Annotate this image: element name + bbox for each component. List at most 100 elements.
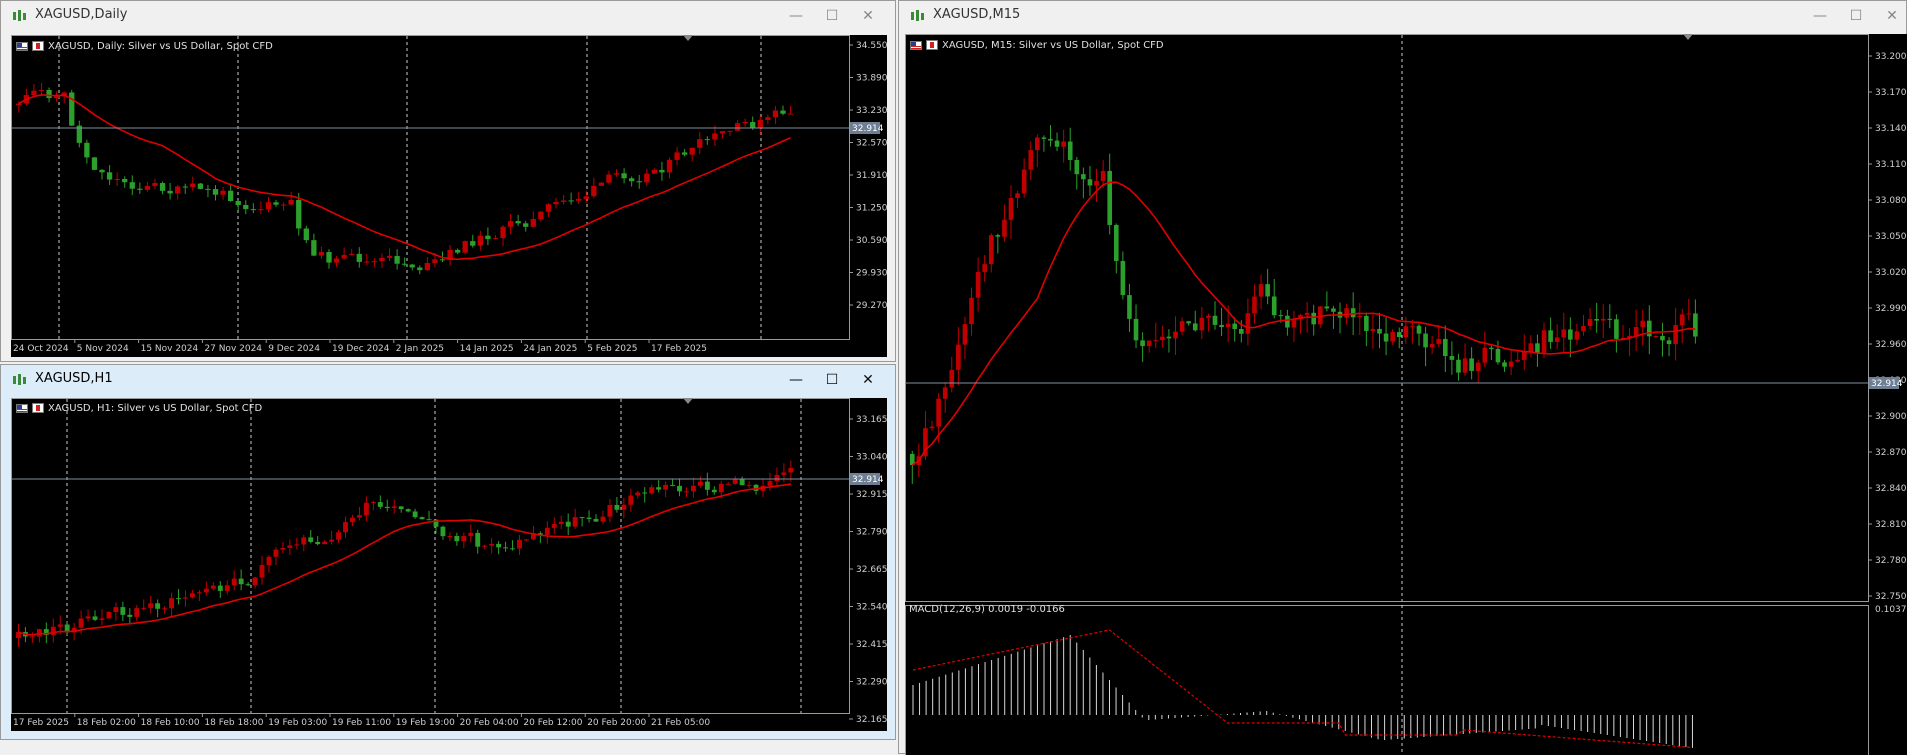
candle-body <box>1529 343 1534 351</box>
current-price-label: 32.914 <box>1871 379 1903 389</box>
candle-body <box>1436 339 1441 344</box>
price-tick-label: 33.170 <box>1875 88 1907 98</box>
h1-window-titlebar[interactable]: XAGUSD,H1 — ☐ ✕ <box>1 365 895 395</box>
candle-body <box>1213 316 1218 325</box>
candle-body <box>663 485 668 490</box>
candle-body <box>697 139 702 148</box>
candle-body <box>1193 323 1198 330</box>
candle-body <box>281 205 286 206</box>
candle-body <box>260 565 265 578</box>
close-button[interactable]: ✕ <box>857 371 879 389</box>
candle-body <box>220 191 225 195</box>
candle-body <box>1219 325 1224 327</box>
daily-window-frame[interactable]: XAGUSD,Daily — ☐ ✕ 34.55033.89033.23032.… <box>0 0 896 362</box>
candle-body <box>160 183 165 191</box>
candle-body <box>1074 160 1079 174</box>
candle-body <box>478 236 483 246</box>
candle-body <box>204 589 209 593</box>
m15-window-frame[interactable]: XAGUSD,M15 — ☐ ✕ 33.20033.17033.14033.11… <box>898 0 1907 754</box>
candle-body <box>1509 362 1514 367</box>
candle-body <box>1555 337 1560 342</box>
candle-body <box>682 152 687 154</box>
candle-body <box>652 170 657 174</box>
candle-body <box>705 139 710 140</box>
date-tick-label: 24 Oct 2024 <box>13 344 69 354</box>
m15-chart-area[interactable]: 33.20033.17033.14033.11033.08033.05033.0… <box>905 34 1907 755</box>
candle-body <box>773 111 778 118</box>
candle-body <box>371 502 376 503</box>
candle-body <box>1469 358 1474 371</box>
minimize-button[interactable]: — <box>785 371 807 389</box>
price-tick-label: 32.915 <box>856 490 887 500</box>
minimize-button[interactable]: — <box>1809 7 1831 25</box>
moving-average-line <box>912 182 1695 465</box>
maximize-button[interactable]: ☐ <box>821 7 843 25</box>
candle-body <box>54 96 59 98</box>
h1-chart-area[interactable]: 33.16533.04032.91532.79032.66532.54032.4… <box>11 398 887 731</box>
maximize-button[interactable]: ☐ <box>821 371 843 389</box>
candle-body <box>357 254 362 262</box>
candle-body <box>425 263 430 270</box>
candle-body <box>93 616 98 619</box>
candle-body <box>341 255 346 258</box>
candle-body <box>1048 139 1053 141</box>
candle-body <box>246 584 251 585</box>
candle-body <box>51 627 56 635</box>
maximize-button[interactable]: ☐ <box>1845 7 1867 25</box>
daily-chart-svg: 34.55033.89033.23032.57031.91031.25030.5… <box>11 35 887 357</box>
candle-body <box>1140 340 1145 346</box>
candle-body <box>420 517 425 519</box>
candle-body <box>1601 319 1606 321</box>
candle-body <box>1239 329 1244 334</box>
candle-body <box>963 324 968 344</box>
candle-body <box>1002 220 1007 237</box>
candle-body <box>394 256 399 264</box>
date-tick-label: 17 Feb 2025 <box>651 344 707 354</box>
price-tick-label: 33.110 <box>1875 160 1907 170</box>
minimize-button[interactable]: — <box>785 7 807 25</box>
m15-window-titlebar[interactable]: XAGUSD,M15 — ☐ ✕ <box>899 1 1906 31</box>
candle-body <box>167 191 172 194</box>
candle-body <box>372 261 377 262</box>
price-tick-label: 30.590 <box>856 236 887 246</box>
daily-chart-area[interactable]: 34.55033.89033.23032.57031.91031.25030.5… <box>11 35 887 357</box>
candle-body <box>780 111 785 114</box>
chart-shift-marker-icon <box>1683 34 1693 40</box>
price-tick-label: 32.990 <box>1875 304 1907 314</box>
candle-body <box>712 133 717 139</box>
price-tick-label: 33.200 <box>1875 52 1907 62</box>
candle-body <box>402 264 407 265</box>
candle-body <box>218 586 223 591</box>
daily-window-title: XAGUSD,Daily <box>35 7 127 22</box>
candle-body <box>733 479 738 483</box>
price-tick-label: 32.790 <box>856 528 887 538</box>
daily-window-titlebar[interactable]: XAGUSD,Daily — ☐ ✕ <box>1 1 895 31</box>
m15-chart-svg: 33.20033.17033.14033.11033.08033.05033.0… <box>905 34 1907 755</box>
price-tick-label: 33.230 <box>856 106 887 116</box>
candle-body <box>1035 137 1040 150</box>
current-price-label: 32.914 <box>852 124 884 134</box>
candle-body <box>454 536 459 541</box>
candle-body <box>1535 343 1540 352</box>
candle-body <box>1581 326 1586 331</box>
us-flag-icon <box>910 41 922 50</box>
price-tick-label: 29.930 <box>856 269 887 279</box>
h1-window-frame[interactable]: XAGUSD,H1 — ☐ ✕ 33.16533.04032.91532.790… <box>0 364 896 740</box>
candle-body <box>211 586 216 589</box>
close-button[interactable]: ✕ <box>857 7 879 25</box>
candle-body <box>225 585 230 591</box>
candle-body <box>1377 329 1382 334</box>
candle-body <box>747 485 752 486</box>
candle-body <box>447 536 452 537</box>
candle-body <box>508 221 513 227</box>
candle-body <box>1121 261 1126 295</box>
chart-shift-marker-icon <box>683 35 693 41</box>
candle-body <box>1496 349 1501 362</box>
candle-body <box>1055 141 1060 147</box>
close-button[interactable]: ✕ <box>1881 7 1903 25</box>
candle-body <box>1200 318 1205 331</box>
price-tick-label: 32.960 <box>1875 340 1907 350</box>
date-tick-label: 24 Jan 2025 <box>523 344 577 354</box>
candle-body <box>190 593 195 597</box>
price-tick-label: 31.250 <box>856 204 887 214</box>
